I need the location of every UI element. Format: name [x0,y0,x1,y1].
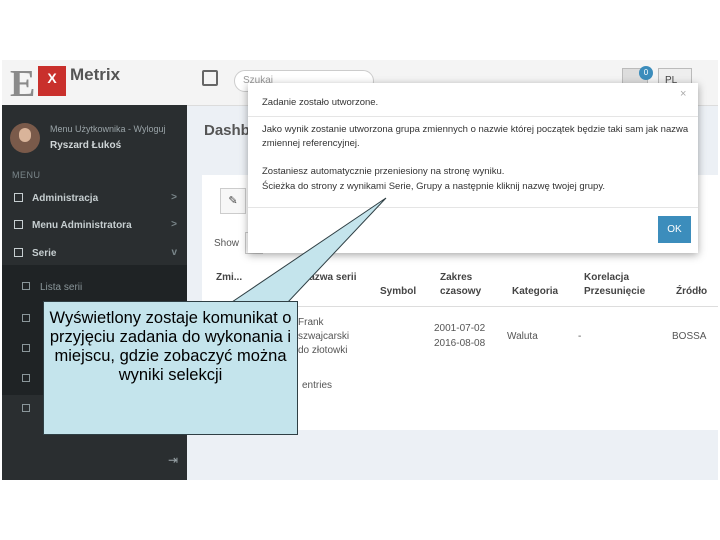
annotation-callout: Wyświetlony zostaje komunikat o przyjęci… [43,301,298,435]
callout-pointer [230,197,387,303]
